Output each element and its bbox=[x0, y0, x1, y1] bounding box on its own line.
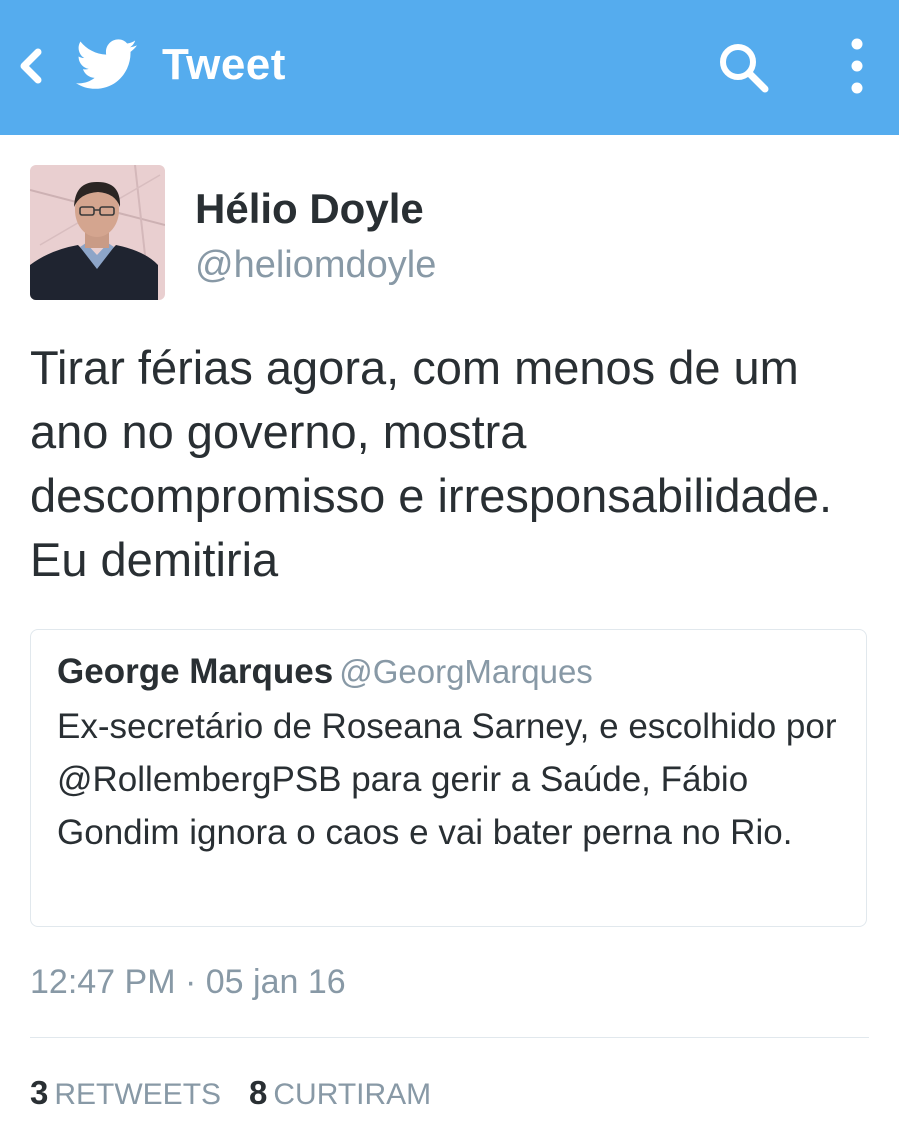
search-icon bbox=[720, 44, 769, 93]
quoted-author: George Marques @GeorgMarques bbox=[57, 652, 593, 692]
likes-label: CURTIRAM bbox=[273, 1078, 432, 1111]
divider bbox=[30, 1037, 869, 1038]
app-header: Tweet bbox=[0, 0, 899, 135]
page-title: Tweet bbox=[162, 40, 286, 89]
avatar[interactable] bbox=[30, 165, 165, 300]
likes-count: 8 bbox=[249, 1074, 268, 1111]
author-name[interactable]: Hélio Doyle bbox=[195, 185, 424, 233]
twitter-bird-icon bbox=[76, 38, 138, 92]
likes-stat[interactable]: 8 CURTIRAM bbox=[249, 1074, 432, 1111]
chevron-left-icon bbox=[20, 48, 42, 84]
tweet-timestamp: 12:47 PM · 05 jan 16 bbox=[30, 963, 346, 1001]
more-options-button[interactable] bbox=[840, 36, 874, 98]
retweets-stat[interactable]: 3 RETWEETS bbox=[30, 1074, 222, 1111]
vertical-dots-icon bbox=[851, 38, 863, 94]
author-handle[interactable]: @heliomdoyle bbox=[195, 244, 436, 287]
search-button[interactable] bbox=[716, 40, 772, 96]
retweets-count: 3 bbox=[30, 1074, 49, 1111]
back-button[interactable] bbox=[14, 46, 50, 86]
quoted-tweet-card[interactable]: George Marques @GeorgMarques Ex-secretári… bbox=[30, 629, 867, 927]
tweet-text: Tirar férias agora, com menos de um ano … bbox=[30, 341, 833, 586]
quoted-author-handle: @GeorgMarques bbox=[339, 653, 593, 690]
retweets-label: RETWEETS bbox=[54, 1078, 222, 1111]
tweet-stats: 3 RETWEETS 8 CURTIRAM bbox=[30, 1074, 431, 1112]
quoted-tweet-text: Ex-secretário de Roseana Sarney, e escol… bbox=[57, 707, 837, 852]
quoted-author-name: George Marques bbox=[57, 652, 334, 691]
